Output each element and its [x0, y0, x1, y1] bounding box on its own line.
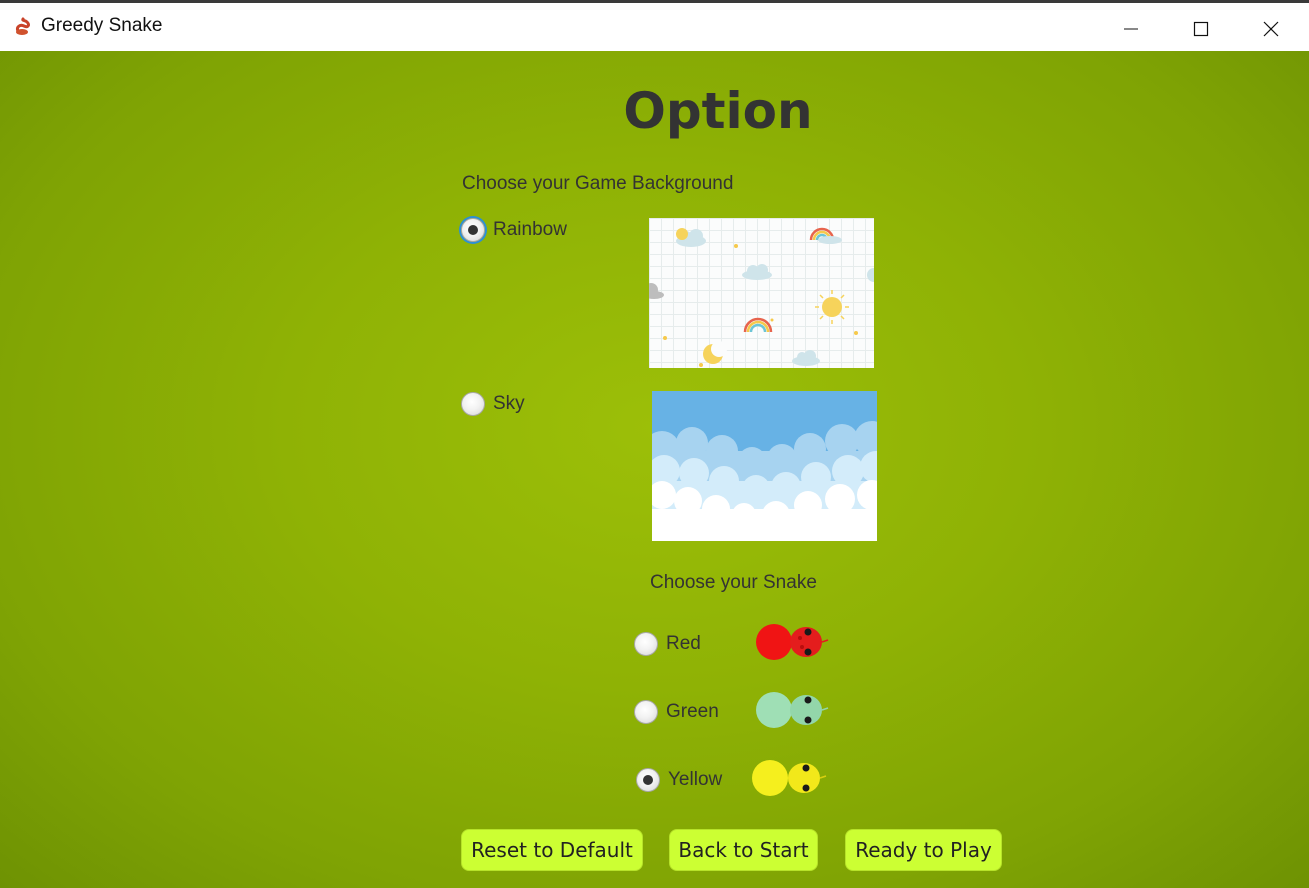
radio-button-green[interactable]	[634, 700, 658, 724]
back-to-start-button[interactable]: Back to Start	[669, 829, 818, 871]
cloud-icon	[792, 350, 820, 366]
cloud-icon	[649, 283, 664, 299]
rainbow-background-thumbnail	[649, 218, 874, 368]
page-title: Option	[623, 82, 813, 140]
radio-label-green: Green	[666, 701, 719, 722]
window-title: Greedy Snake	[41, 15, 163, 36]
radio-button-yellow[interactable]	[636, 768, 660, 792]
yellow-snake-preview	[752, 760, 827, 796]
red-snake-preview	[756, 624, 829, 660]
cloud-icon	[742, 264, 772, 280]
radio-label-rainbow: Rainbow	[493, 219, 567, 240]
radio-yellow[interactable]: Yellow	[636, 768, 722, 792]
radio-label-yellow: Yellow	[668, 769, 723, 790]
radio-label-red: Red	[666, 633, 701, 654]
radio-green[interactable]: Green	[634, 700, 719, 724]
radio-button-sky[interactable]	[461, 392, 485, 416]
moon-icon	[703, 341, 727, 364]
radio-button-rainbow[interactable]	[461, 218, 485, 242]
cloud-icon	[867, 268, 874, 282]
sky-background-thumbnail	[652, 391, 877, 541]
radio-sky[interactable]: Sky	[461, 392, 525, 416]
option-panel: Option Choose your Game Background Rainb…	[0, 51, 1309, 888]
maximize-icon	[1193, 21, 1209, 36]
minimize-icon	[1124, 28, 1138, 29]
ready-to-play-button[interactable]: Ready to Play	[845, 829, 1002, 871]
close-icon	[1263, 21, 1279, 36]
green-snake-preview	[756, 692, 829, 728]
rainbow-icon	[743, 317, 773, 333]
maximize-button[interactable]	[1166, 6, 1236, 51]
snake-icon	[16, 17, 30, 35]
radio-rainbow[interactable]: Rainbow	[461, 218, 567, 242]
title-bar: Greedy Snake	[0, 0, 1309, 51]
background-section-label: Choose your Game Background	[462, 173, 734, 194]
radio-button-red[interactable]	[634, 632, 658, 656]
radio-red[interactable]: Red	[634, 632, 701, 656]
sun-icon	[676, 228, 688, 240]
sun-icon	[815, 290, 849, 324]
minimize-button[interactable]	[1096, 6, 1166, 51]
close-button[interactable]	[1236, 6, 1306, 51]
snake-section-label: Choose your Snake	[650, 572, 817, 593]
reset-to-default-button[interactable]: Reset to Default	[461, 829, 643, 871]
app-window: Greedy Snake Option Choose your Game Bac…	[0, 0, 1309, 888]
radio-label-sky: Sky	[493, 393, 525, 414]
